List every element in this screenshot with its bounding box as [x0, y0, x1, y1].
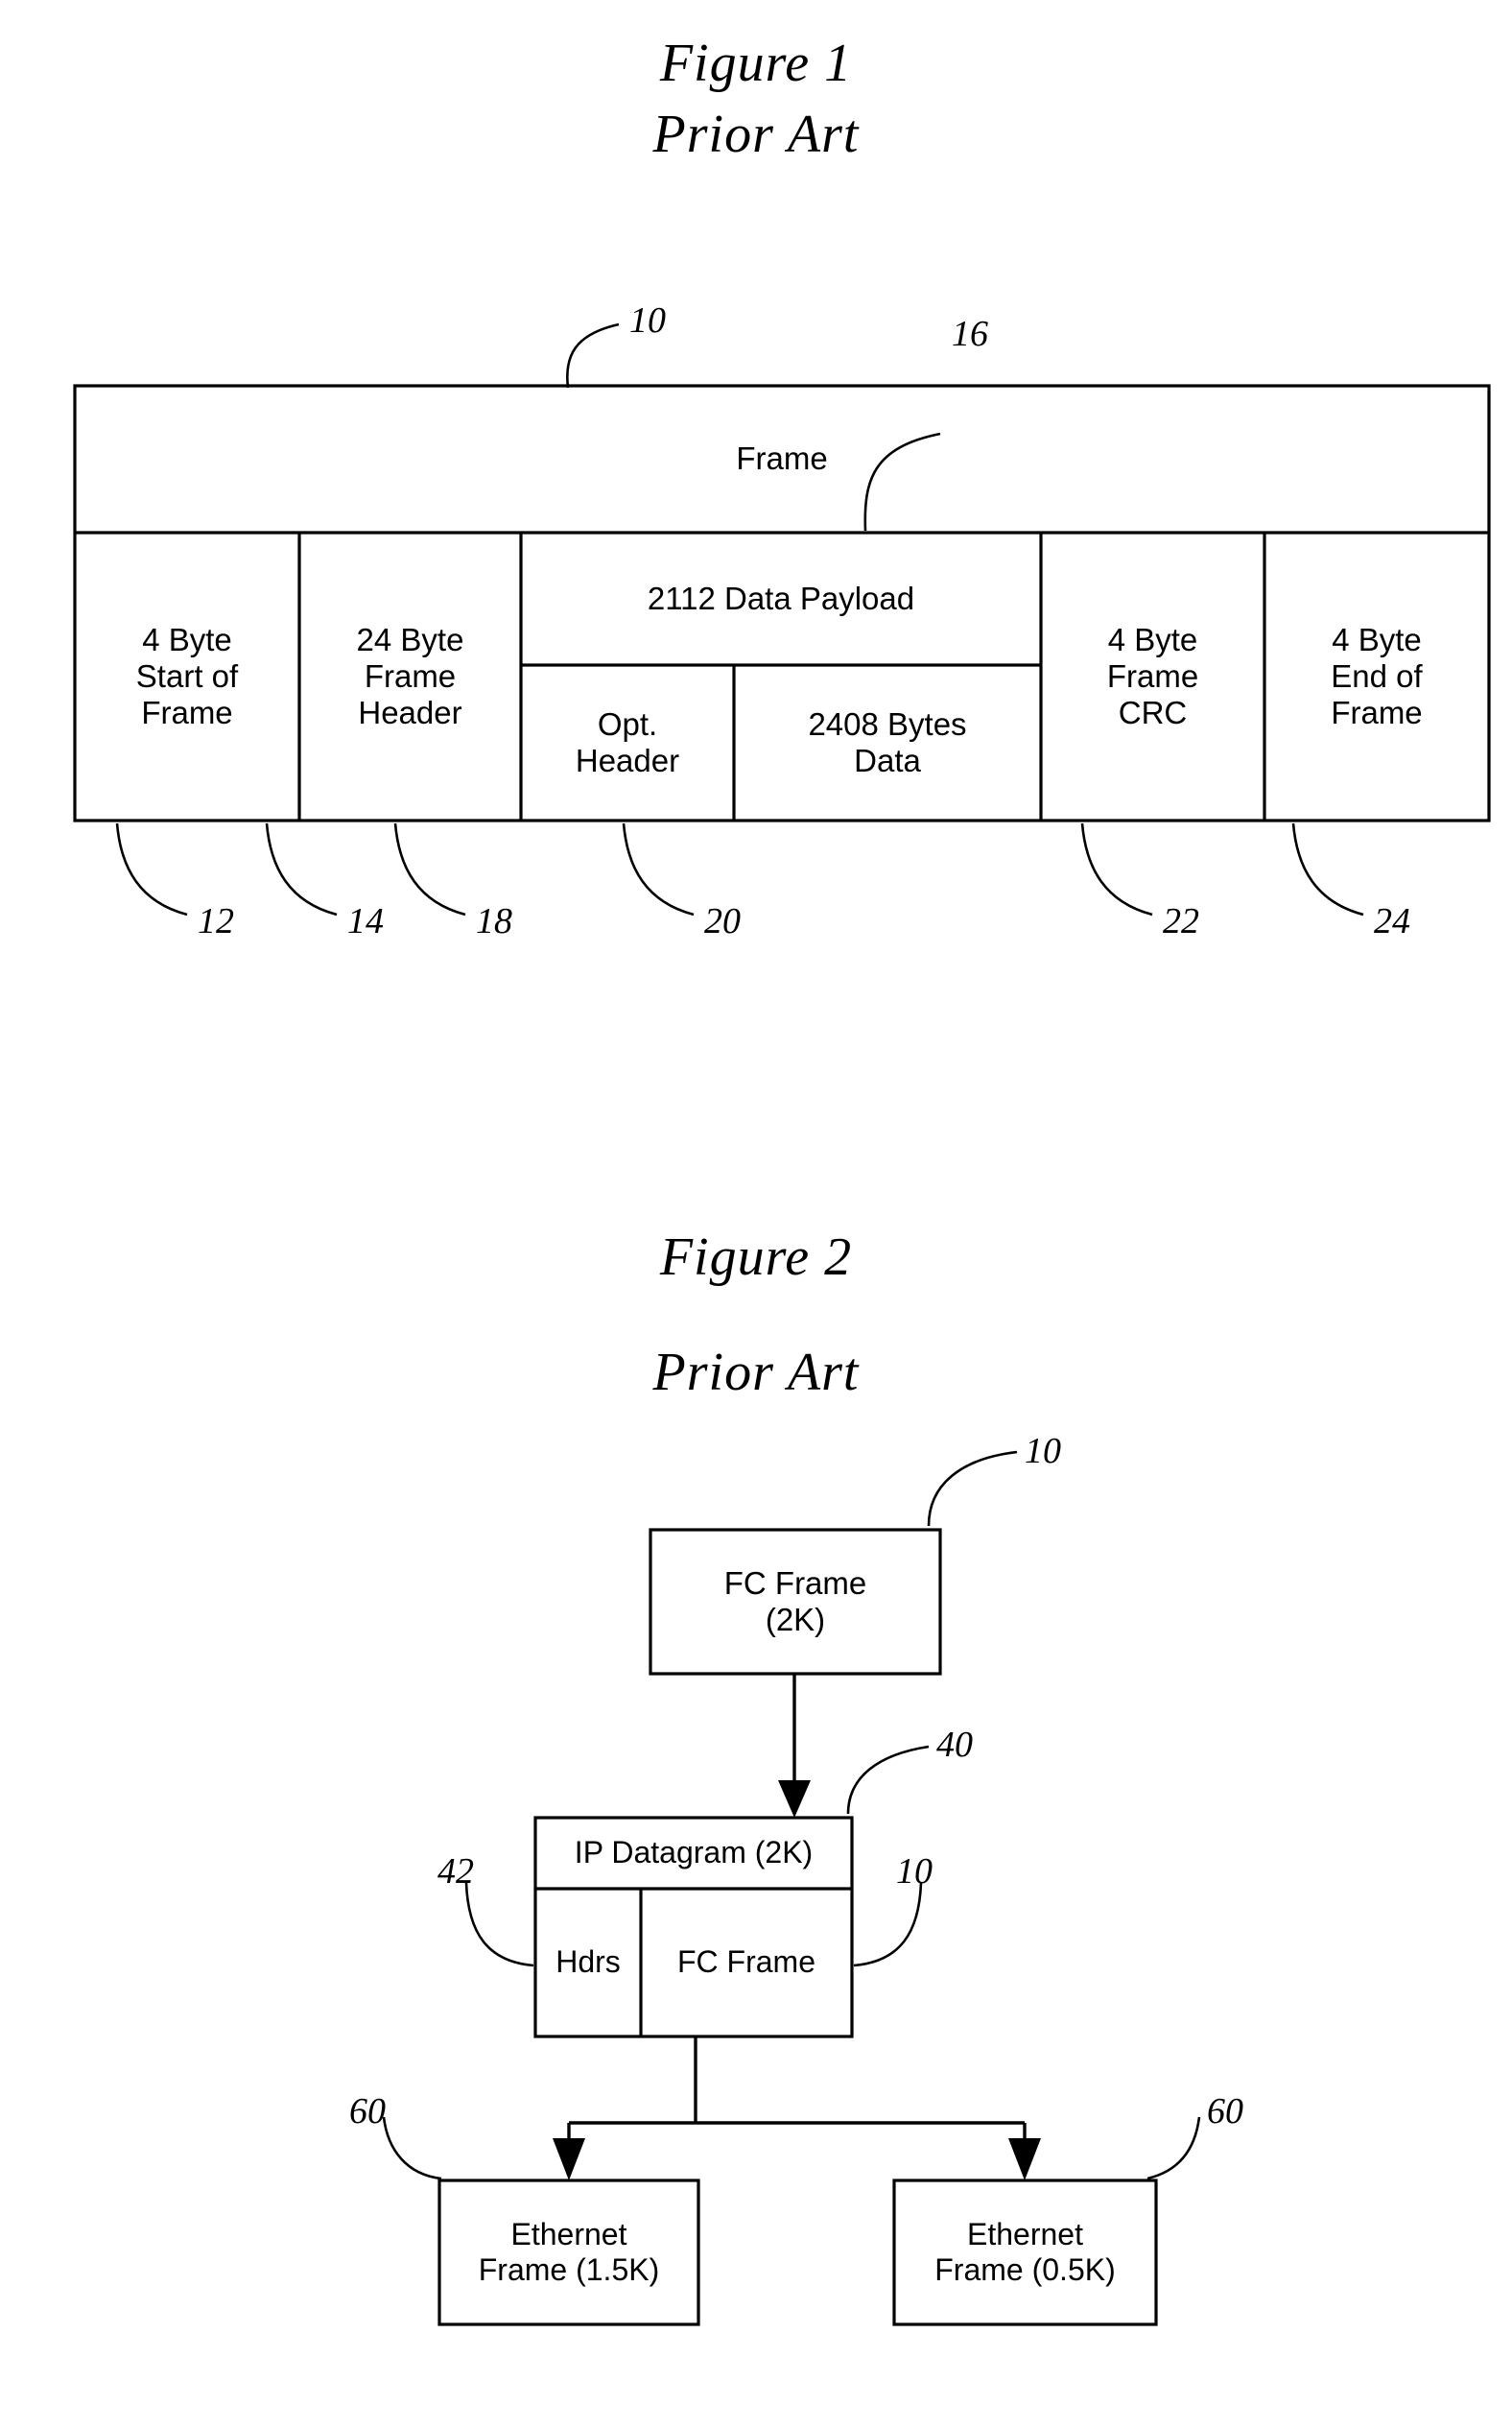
ref-10-fc-frame: 10 [1025, 1431, 1061, 1471]
figure1-title: Figure 1 [659, 34, 853, 93]
node-fc-frame-inner: FC Frame [677, 1944, 815, 1980]
ref-10-frame: 10 [629, 300, 666, 341]
figure1-subtitle: Prior Art [652, 105, 860, 164]
figure2-linework [382, 1450, 1201, 2326]
ref-60-eth-left: 60 [349, 2091, 386, 2131]
patent-drawing-sheet: Figure 1 Prior Art Frame 4 Byte Start of… [0, 0, 1512, 2429]
cell-start-of-frame: 4 Byte Start of Frame [135, 621, 239, 731]
ref-14-header: 14 [347, 901, 384, 941]
figure2-subtitle: Prior Art [652, 1343, 860, 1402]
node-hdrs: Hdrs [555, 1944, 621, 1980]
node-ip-datagram: IP Datagram (2K) [574, 1835, 814, 1870]
frame-band-label: Frame [736, 441, 828, 477]
cell-optional-header: Opt. Header [575, 705, 680, 778]
cell-frame-header: 24 Byte Frame Header [356, 621, 464, 731]
cell-bytes-data: 2408 Bytes Data [808, 705, 967, 778]
ref-22-crc: 22 [1163, 901, 1199, 941]
figure2-title: Figure 2 [659, 1227, 853, 1287]
ref-60-eth-right: 60 [1207, 2091, 1243, 2131]
cell-frame-crc: 4 Byte Frame CRC [1106, 621, 1199, 731]
node-fc-frame-2k: FC Frame (2K) [723, 1564, 867, 1637]
ref-24-eof: 24 [1374, 901, 1410, 941]
ref-12-sof: 12 [198, 901, 234, 941]
node-ethernet-frame-0-5k: Ethernet Frame (0.5K) [934, 2216, 1116, 2287]
ref-40-ip-datagram: 40 [936, 1725, 973, 1765]
cell-data-payload: 2112 Data Payload [647, 580, 915, 616]
ref-42-hdrs: 42 [437, 1851, 474, 1892]
figure1-linework [73, 322, 1491, 917]
cell-end-of-frame: 4 Byte End of Frame [1331, 621, 1423, 731]
ref-10-fc-frame-inner: 10 [896, 1851, 933, 1892]
node-ethernet-frame-1-5k: Ethernet Frame (1.5K) [478, 2216, 660, 2287]
ref-18-opthdr: 18 [476, 901, 512, 941]
ref-16-payload: 16 [952, 314, 988, 354]
ref-20-data: 20 [704, 901, 741, 941]
